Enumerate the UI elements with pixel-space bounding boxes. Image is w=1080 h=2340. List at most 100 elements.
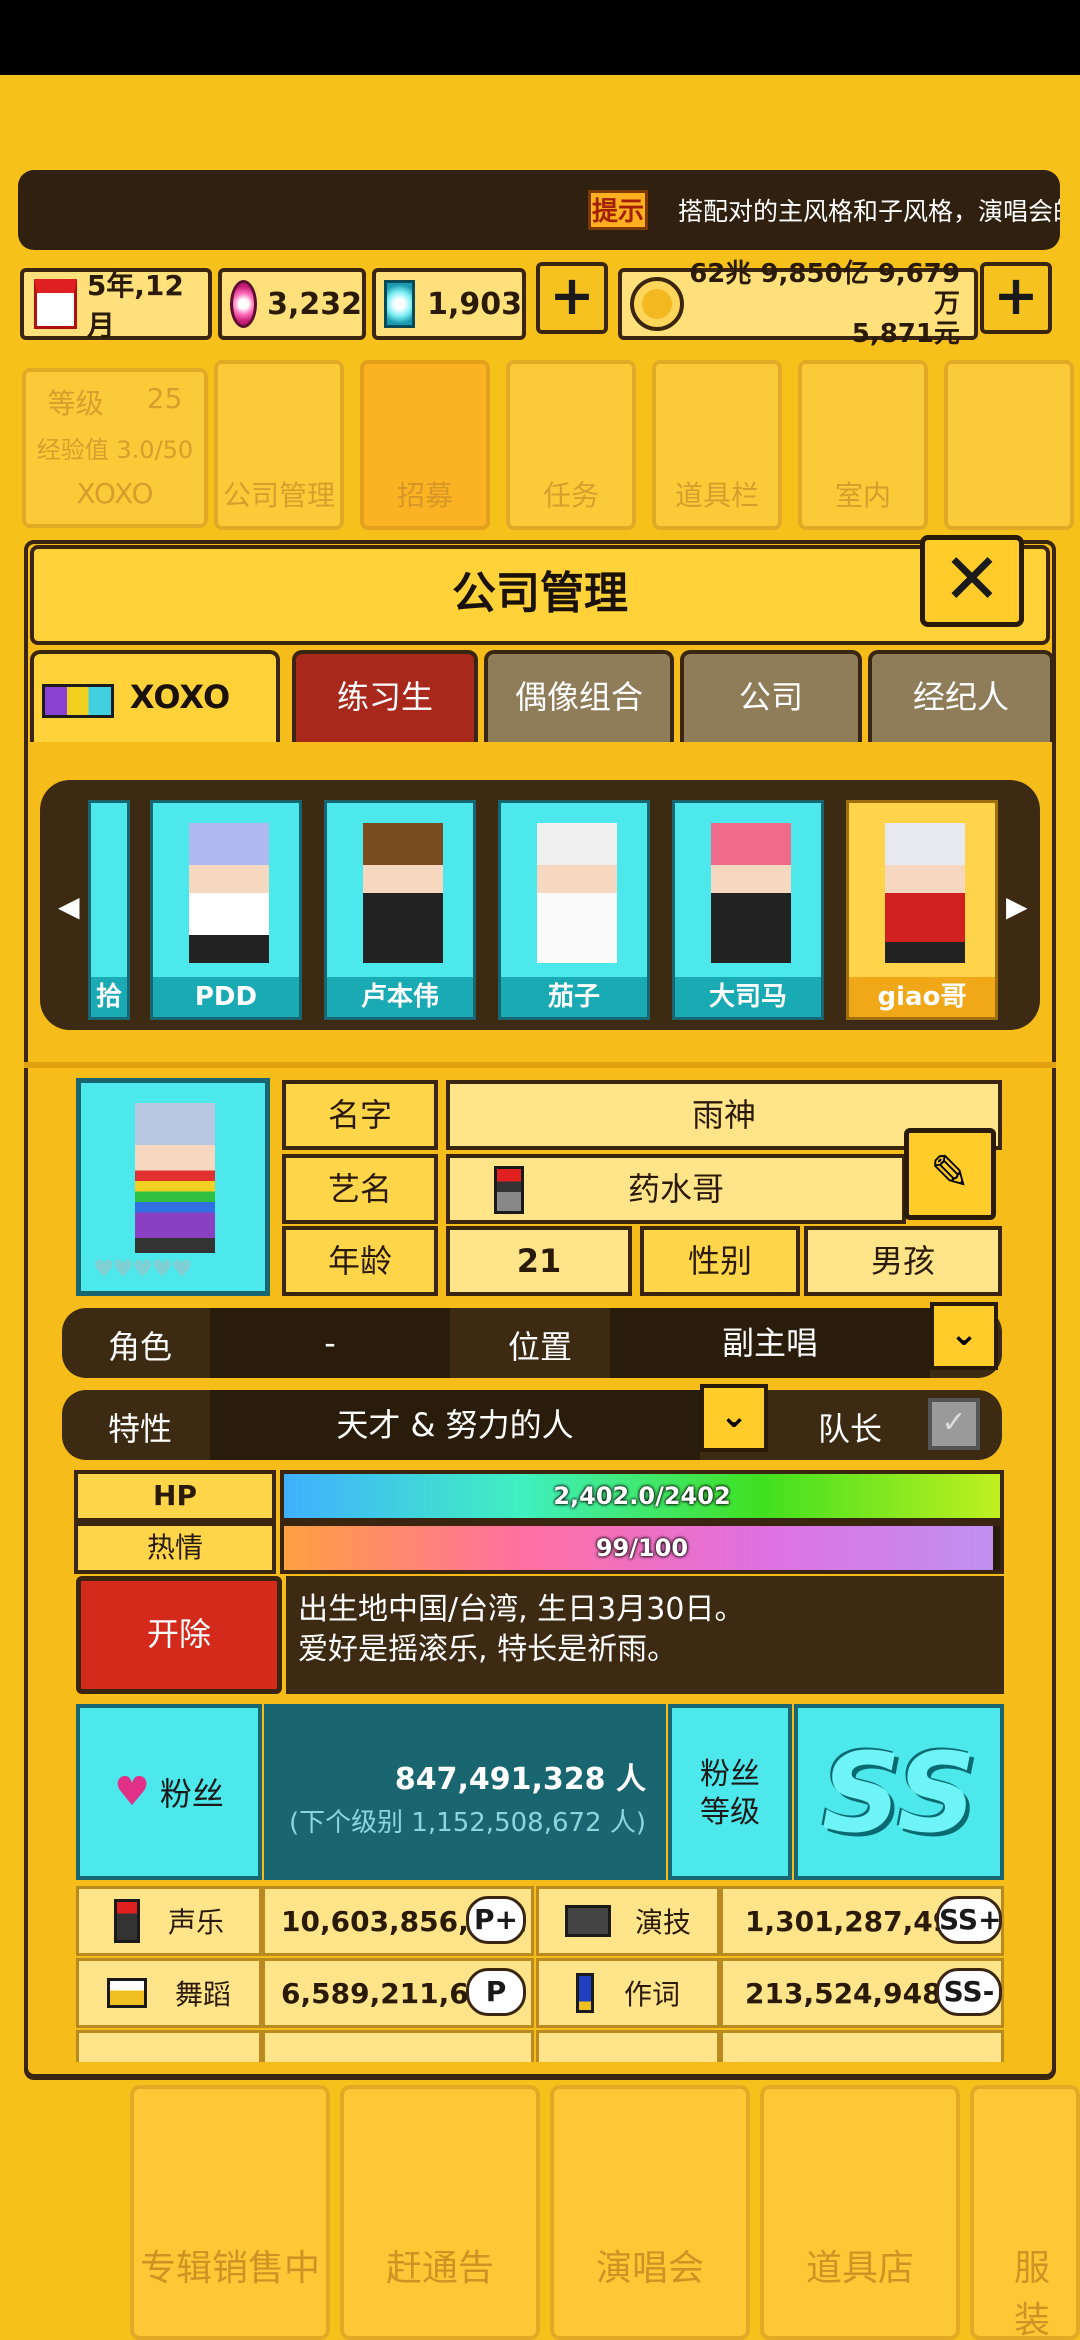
tab-trainees[interactable]: 练习生 <box>292 650 478 742</box>
age-value: 21 <box>446 1226 632 1296</box>
skill-vocal-label: 声乐 <box>76 1886 262 1956</box>
skill-dance-label: 舞蹈 <box>76 1958 262 2028</box>
hearts-row: ♥♥♥♥♥ <box>93 1255 193 1283</box>
roster-card-pdd[interactable]: PDD <box>150 800 302 1020</box>
player-info-tile: 等级 25 经验值 3.0/50 XOXO <box>22 368 208 528</box>
scroll-left-icon[interactable]: ◀ <box>58 890 80 923</box>
tab-idol-groups[interactable]: 偶像组合 <box>484 650 674 742</box>
shoe-icon <box>106 1978 147 2008</box>
member-portrait: ♥♥♥♥♥ <box>76 1078 270 1296</box>
pencil-icon: ✎ <box>929 1145 971 1201</box>
leader-label: 队长 <box>817 1410 882 1448</box>
fan-level-label: 粉丝 等级 <box>668 1704 792 1880</box>
roster-card-lubenwei[interactable]: 卢本伟 <box>324 800 476 1020</box>
roster-card-qiezi[interactable]: 茄子 <box>498 800 650 1020</box>
edit-stage-name-button[interactable]: ✎ <box>904 1128 996 1220</box>
fans-next-level: (下个级别 1,152,508,672 人) <box>288 1808 646 1838</box>
hp-bar: 2,402.0/2402 <box>280 1470 1004 1522</box>
fire-button[interactable]: 开除 <box>76 1576 282 1694</box>
add-gems-button[interactable]: + <box>536 262 608 334</box>
roster-card-dasima[interactable]: 大司马 <box>672 800 824 1020</box>
hp-value: 2,402.0/2402 <box>553 1482 731 1510</box>
skill-row-partial <box>536 2030 720 2066</box>
fans-value: 847,491,328 人 <box>394 1762 646 1797</box>
date-display: 5年,12月 <box>20 268 212 342</box>
calendar-icon <box>34 279 77 329</box>
skill-acting-rank: SS+ <box>936 1896 1002 1944</box>
position-label: 位置 <box>507 1328 572 1366</box>
stage-name-value: 药水哥 <box>446 1154 906 1224</box>
tip-badge: 提示 <box>588 190 648 230</box>
close-icon: ✕ <box>942 538 1002 620</box>
scroll-right-icon[interactable]: ▶ <box>1006 890 1028 923</box>
stage-name-label: 艺名 <box>282 1154 438 1224</box>
skill-dance-rank: P <box>466 1968 526 2016</box>
fan-level-badge: SS <box>794 1704 1004 1880</box>
trait-label: 特性 <box>107 1410 172 1448</box>
position-dropdown-button[interactable]: ⌄ <box>930 1302 998 1370</box>
passion-value: 99/100 <box>595 1534 689 1562</box>
tip-text: 搭配对的主风格和子风格，演唱会的 <box>678 197 1060 226</box>
bottom-menu-schedule: 赶通告 <box>340 2085 540 2340</box>
bottom-menu-shop: 道具店 <box>760 2085 960 2340</box>
fans-count-box: 847,491,328 人 (下个级别 1,152,508,672 人) <box>264 1704 666 1880</box>
roster-card[interactable]: 拾 <box>88 800 130 1020</box>
role-label: 角色 <box>107 1328 172 1366</box>
pink-gem-icon <box>230 280 258 328</box>
lubenwei-avatar <box>363 823 443 963</box>
skill-row-partial <box>720 2030 1004 2066</box>
check-icon: ✓ <box>941 1405 967 1440</box>
dialog-title: 公司管理 <box>30 545 1050 645</box>
bottom-menu-clothes: 服装 <box>970 2085 1080 2340</box>
skill-row-partial <box>76 2030 262 2066</box>
tab-company[interactable]: 公司 <box>680 650 862 742</box>
bottom-menu-concert: 演唱会 <box>550 2085 750 2340</box>
microphone-icon <box>113 1899 140 1943</box>
money-counter: 62兆 9,850亿 9,679万 5,871元 <box>618 259 978 349</box>
skill-acting-label: 演技 <box>536 1886 720 1956</box>
close-button[interactable]: ✕ <box>920 535 1024 627</box>
hp-label: HP <box>74 1470 276 1522</box>
trait-dropdown-button[interactable]: ⌄ <box>700 1384 768 1452</box>
microphone-icon <box>494 1166 524 1214</box>
passion-bar: 99/100 <box>280 1522 1004 1574</box>
skill-row-partial <box>262 2030 534 2066</box>
position-value: 副主唱 <box>610 1308 930 1378</box>
tip-bar: 提示 搭配对的主风格和子风格，演唱会的 <box>18 170 1060 250</box>
pen-icon <box>575 1973 594 2013</box>
add-money-button[interactable]: + <box>980 262 1052 334</box>
member-avatar <box>135 1103 215 1253</box>
chevron-down-icon: ⌄ <box>949 1314 979 1354</box>
roster-card-giaoge[interactable]: giao哥 <box>846 800 998 1020</box>
bg-menu-interior: 室内 <box>798 360 928 530</box>
tab-manager[interactable]: 经纪人 <box>868 650 1054 742</box>
leader-checkbox[interactable]: ✓ <box>928 1398 980 1450</box>
coin-icon <box>630 277 684 331</box>
chevron-down-icon: ⌄ <box>719 1396 749 1436</box>
gender-value: 男孩 <box>804 1226 1002 1296</box>
skills-table: 声乐 10,603,856,512 P+ 演技 1,301,287,492 SS… <box>76 1886 1004 2066</box>
bg-menu-company: 公司管理 <box>214 360 344 530</box>
bg-menu-shop <box>944 360 1074 530</box>
giaoge-avatar <box>885 823 965 963</box>
bg-menu-items: 道具栏 <box>652 360 782 530</box>
fans-label-box: ♥ 粉丝 <box>76 1704 262 1880</box>
bottom-menu-album: 专辑销售中 <box>130 2085 330 2340</box>
gender-label: 性别 <box>640 1226 800 1296</box>
bio-box: 出生地中国/台湾, 生日3月30日。 爱好是摇滚乐, 特长是祈雨。 <box>286 1576 1004 1694</box>
tab-xoxo[interactable]: XOXO <box>30 650 280 742</box>
bg-menu-recruit: 招募 <box>360 360 490 530</box>
heart-icon: ♥ <box>114 1769 150 1815</box>
bg-menu-tasks: 任务 <box>506 360 636 530</box>
divider <box>24 1062 1056 1068</box>
camera-icon <box>564 1905 611 1937</box>
pdd-avatar <box>189 823 269 963</box>
group-icon <box>42 684 114 718</box>
trait-value: 天才 & 努力的人 <box>210 1390 700 1460</box>
blue-gem-counter: 1,903 <box>372 268 526 340</box>
pink-gem-counter: 3,232 <box>218 268 366 340</box>
name-label: 名字 <box>282 1080 438 1150</box>
qiezi-avatar <box>537 823 617 963</box>
skill-lyrics-rank: SS- <box>936 1968 1002 2016</box>
role-value: - <box>210 1308 450 1378</box>
